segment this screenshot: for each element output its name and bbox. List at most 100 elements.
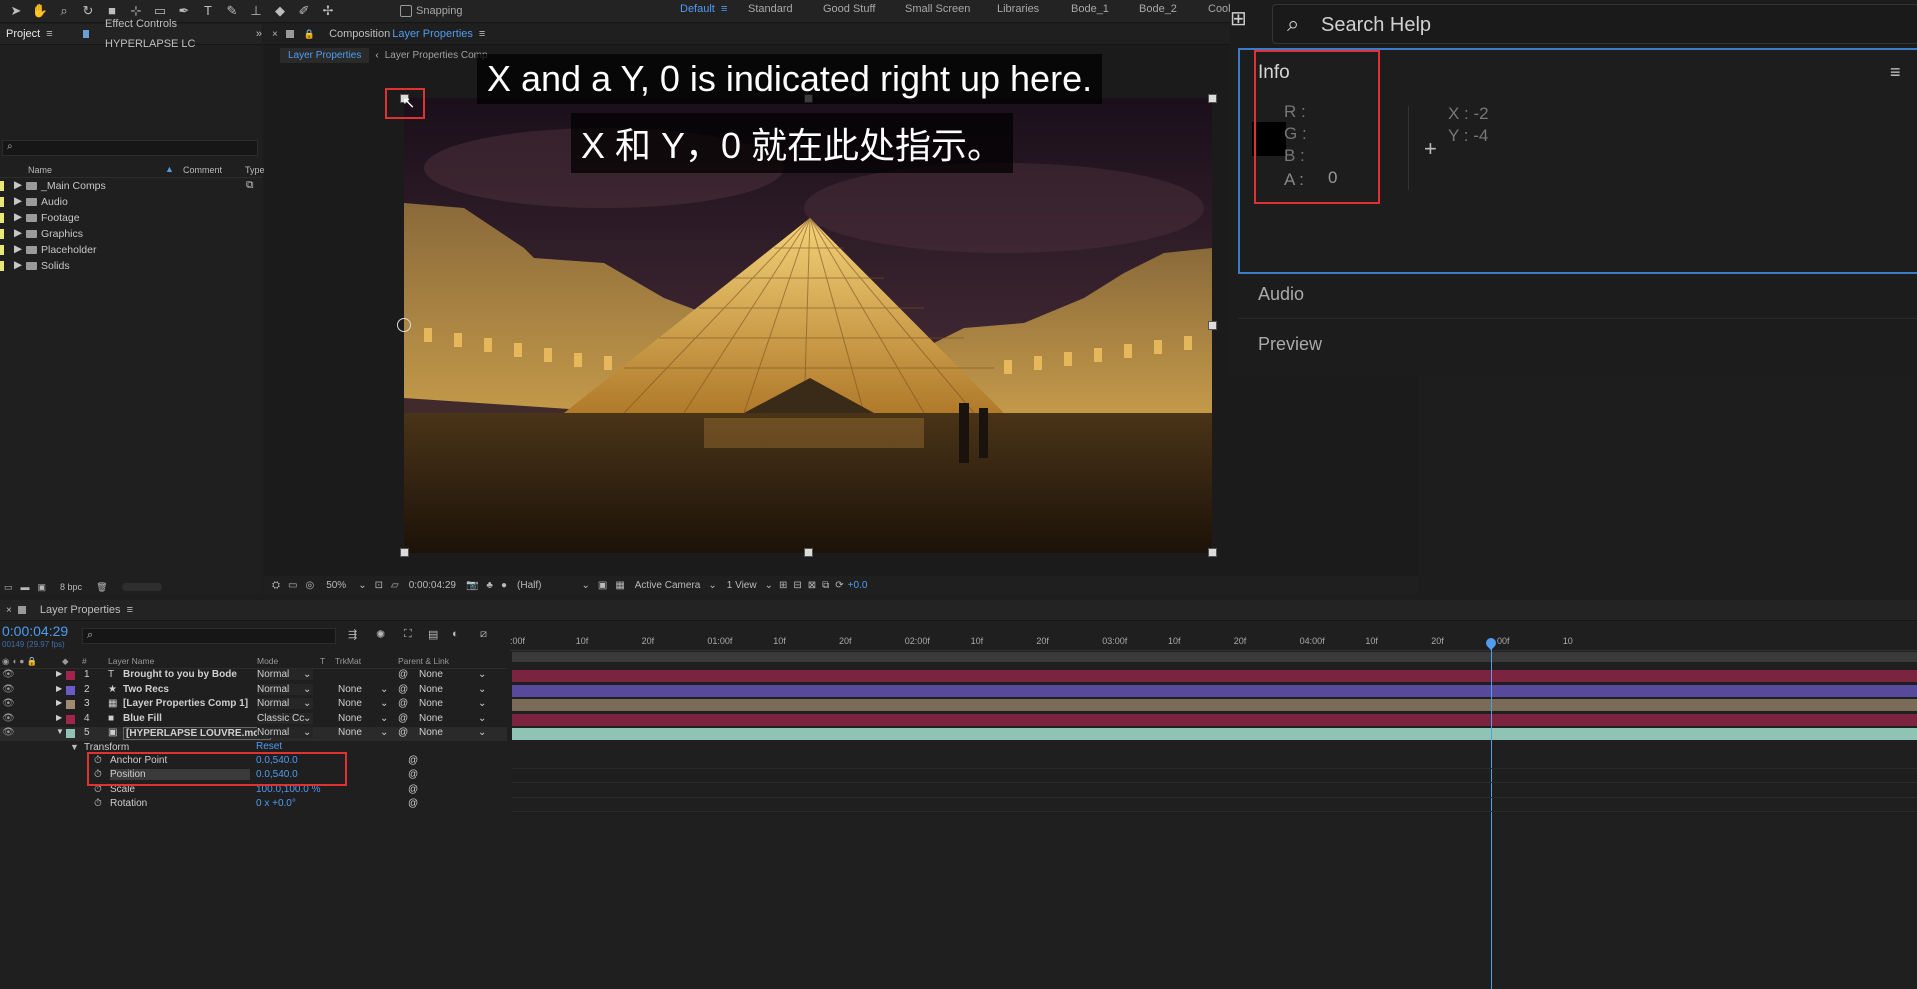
eye-icon[interactable]: 👁	[2, 684, 15, 695]
bpc-label[interactable]: 8 bpc	[60, 582, 82, 592]
layer-row[interactable]: 👁 ▶ 3 ▦ [Layer Properties Comp 1] Normal ⌄ None…	[0, 698, 507, 712]
panel-menu-icon[interactable]: ≡	[1890, 62, 1901, 83]
panel-grid-icon[interactable]: ⊞	[1230, 6, 1260, 36]
pickwhip-icon[interactable]: @	[398, 669, 408, 680]
trkmat-dropdown[interactable]: None	[338, 684, 362, 695]
resolution-dropdown[interactable]: (Half)	[517, 580, 541, 591]
comp-mini-flowchart-icon[interactable]: ⇶	[348, 628, 357, 641]
chevron-down-icon[interactable]: ⌄	[303, 727, 311, 738]
anchor-point-icon[interactable]	[397, 318, 411, 332]
chevron-down-icon[interactable]: ⌄	[765, 580, 773, 591]
draft-3d-icon[interactable]: ✺	[376, 628, 385, 641]
expand-arrow-icon[interactable]: ▶	[56, 684, 62, 693]
expand-arrow-icon[interactable]: ▶	[14, 243, 22, 255]
camera-dropdown[interactable]: Active Camera	[635, 580, 701, 591]
chevron-down-icon[interactable]: ⌄	[478, 684, 486, 695]
safe-zones-icon[interactable]: ▱	[391, 580, 399, 591]
col-name[interactable]: Name	[28, 165, 52, 175]
transform-reset[interactable]: Reset	[256, 741, 282, 752]
panel-menu-icon[interactable]: ≡	[127, 604, 133, 616]
transform-handle-top-right[interactable]	[1208, 94, 1217, 103]
fit-icon[interactable]: ⊡	[375, 580, 383, 591]
transform-handle-bottom[interactable]	[804, 548, 813, 557]
chevron-down-icon[interactable]: ⌄	[581, 580, 589, 591]
workspace-cool[interactable]: Cool	[1208, 3, 1231, 15]
workspace-small-screen[interactable]: Small Screen	[905, 3, 970, 15]
chevron-down-icon[interactable]: ⌄	[478, 669, 486, 680]
toggle-pixel-icon[interactable]: ⊞	[779, 580, 787, 591]
clone-stamp-tool-icon[interactable]: ⊥	[247, 3, 265, 19]
eraser-tool-icon[interactable]: ◆	[271, 3, 289, 19]
layer-duration-bar[interactable]	[512, 684, 1917, 697]
layer-duration-bar[interactable]	[512, 699, 1917, 711]
col-trkmat[interactable]: TrkMat	[335, 656, 361, 666]
zoom-tool-icon[interactable]: ⌕	[55, 3, 73, 19]
trkmat-dropdown[interactable]: None	[338, 698, 362, 709]
timeline-search-input[interactable]: ⌕	[82, 628, 336, 644]
chevron-left-icon[interactable]: ‹	[375, 50, 378, 61]
sub-tab-layer-properties-comp[interactable]: Layer Properties Comp	[385, 50, 488, 61]
layer-row[interactable]: 👁 ▼ 5 ▣ [HYPERLAPSE LOUVRE.mov] Normal ⌄ None ⌄ @…	[0, 727, 507, 741]
col-comment[interactable]: Comment	[183, 165, 222, 175]
expand-arrow-icon[interactable]: ▶	[56, 698, 62, 707]
preview-panel[interactable]: Preview	[1238, 320, 1917, 370]
parent-dropdown[interactable]: None	[419, 669, 443, 680]
label-color-swatch[interactable]	[66, 700, 75, 709]
chevron-down-icon[interactable]: ⌄	[478, 713, 486, 724]
expand-arrow-icon[interactable]: ▶	[14, 227, 22, 239]
eye-icon[interactable]: 👁	[2, 698, 15, 709]
always-preview-icon[interactable]: ⛭	[272, 580, 280, 591]
hand-tool-icon[interactable]: ✋	[31, 3, 49, 19]
label-color-swatch[interactable]	[66, 714, 75, 724]
chevron-down-icon[interactable]: ⌄	[358, 580, 366, 591]
rotate-tool-icon[interactable]: ↻	[79, 3, 97, 19]
transform-handle-bottom-right[interactable]	[1208, 548, 1217, 557]
stopwatch-icon[interactable]: ⏱	[94, 798, 102, 809]
transparency-grid-icon[interactable]: ▦	[615, 580, 624, 591]
sub-tab-layer-properties[interactable]: Layer Properties	[280, 47, 370, 63]
tab-project[interactable]: Project	[0, 24, 46, 44]
workspace-libraries[interactable]: Libraries	[997, 3, 1039, 15]
layer-name[interactable]: Blue Fill	[123, 713, 162, 724]
pickwhip-icon[interactable]: @	[408, 784, 418, 795]
chevron-down-icon[interactable]: ⌄	[303, 669, 311, 680]
reset-exposure-icon[interactable]: ⟳	[835, 580, 843, 591]
expand-arrow-icon[interactable]: ▶	[14, 259, 22, 271]
flowchart-icon[interactable]: ⧉	[822, 580, 829, 591]
layer-name[interactable]: Two Recs	[123, 684, 169, 695]
layer-name[interactable]: Brought to you by Bode	[123, 669, 237, 680]
col-mode[interactable]: Mode	[257, 656, 278, 666]
chevron-down-icon[interactable]: ⌄	[303, 713, 311, 724]
close-tab-icon[interactable]: ×	[272, 29, 278, 40]
thumbnail-slider[interactable]	[121, 583, 162, 591]
sort-arrow-icon[interactable]: ▲	[165, 164, 174, 174]
trkmat-dropdown[interactable]: None	[338, 727, 362, 738]
search-help-input[interactable]: ⌕ Search Help	[1272, 4, 1917, 44]
chevron-down-icon[interactable]: ⌄	[478, 727, 486, 738]
eye-icon[interactable]: 👁	[2, 727, 15, 738]
project-item-solids[interactable]: ▶ Solids	[0, 258, 262, 274]
chevron-down-icon[interactable]: ⌄	[708, 580, 716, 591]
layer-duration-bar[interactable]	[512, 670, 1917, 682]
timeline-icon[interactable]: ⊠	[808, 580, 816, 591]
pickwhip-icon[interactable]: @	[408, 755, 418, 766]
layer-row[interactable]: 👁 ▶ 1 T Brought to you by Bode Normal ⌄ @ None ⌄	[0, 669, 507, 683]
workspace-default[interactable]: Default	[680, 3, 715, 15]
eye-icon[interactable]: 👁	[2, 713, 15, 724]
project-item-graphics[interactable]: ▶ Graphics	[0, 226, 262, 242]
expand-arrow-icon[interactable]: ▼	[56, 727, 64, 736]
audio-panel[interactable]: Audio	[1238, 272, 1917, 319]
chevron-down-icon[interactable]: ⌄	[380, 727, 388, 738]
comp-tab-prefix[interactable]: Composition	[323, 24, 392, 44]
eye-icon[interactable]: 👁	[2, 669, 15, 680]
transform-handle-bottom-left[interactable]	[400, 548, 409, 557]
chevron-down-icon[interactable]: ⌄	[380, 698, 388, 709]
monitor-icon[interactable]: ▭	[288, 580, 297, 591]
chevron-down-icon[interactable]: ⌄	[478, 698, 486, 709]
time-ruler[interactable]: :00f 10f 20f 01:00f 10f 20f 02:00f 10f 20f 03:00f…	[510, 632, 1917, 651]
workspace-good-stuff[interactable]: Good Stuff	[823, 3, 875, 15]
project-search-input[interactable]: ⌕	[2, 140, 258, 156]
motion-blur-icon[interactable]: ◐	[452, 628, 459, 640]
pickwhip-icon[interactable]: @	[408, 769, 418, 780]
property-value[interactable]: 0 x +0.0°	[256, 798, 296, 809]
